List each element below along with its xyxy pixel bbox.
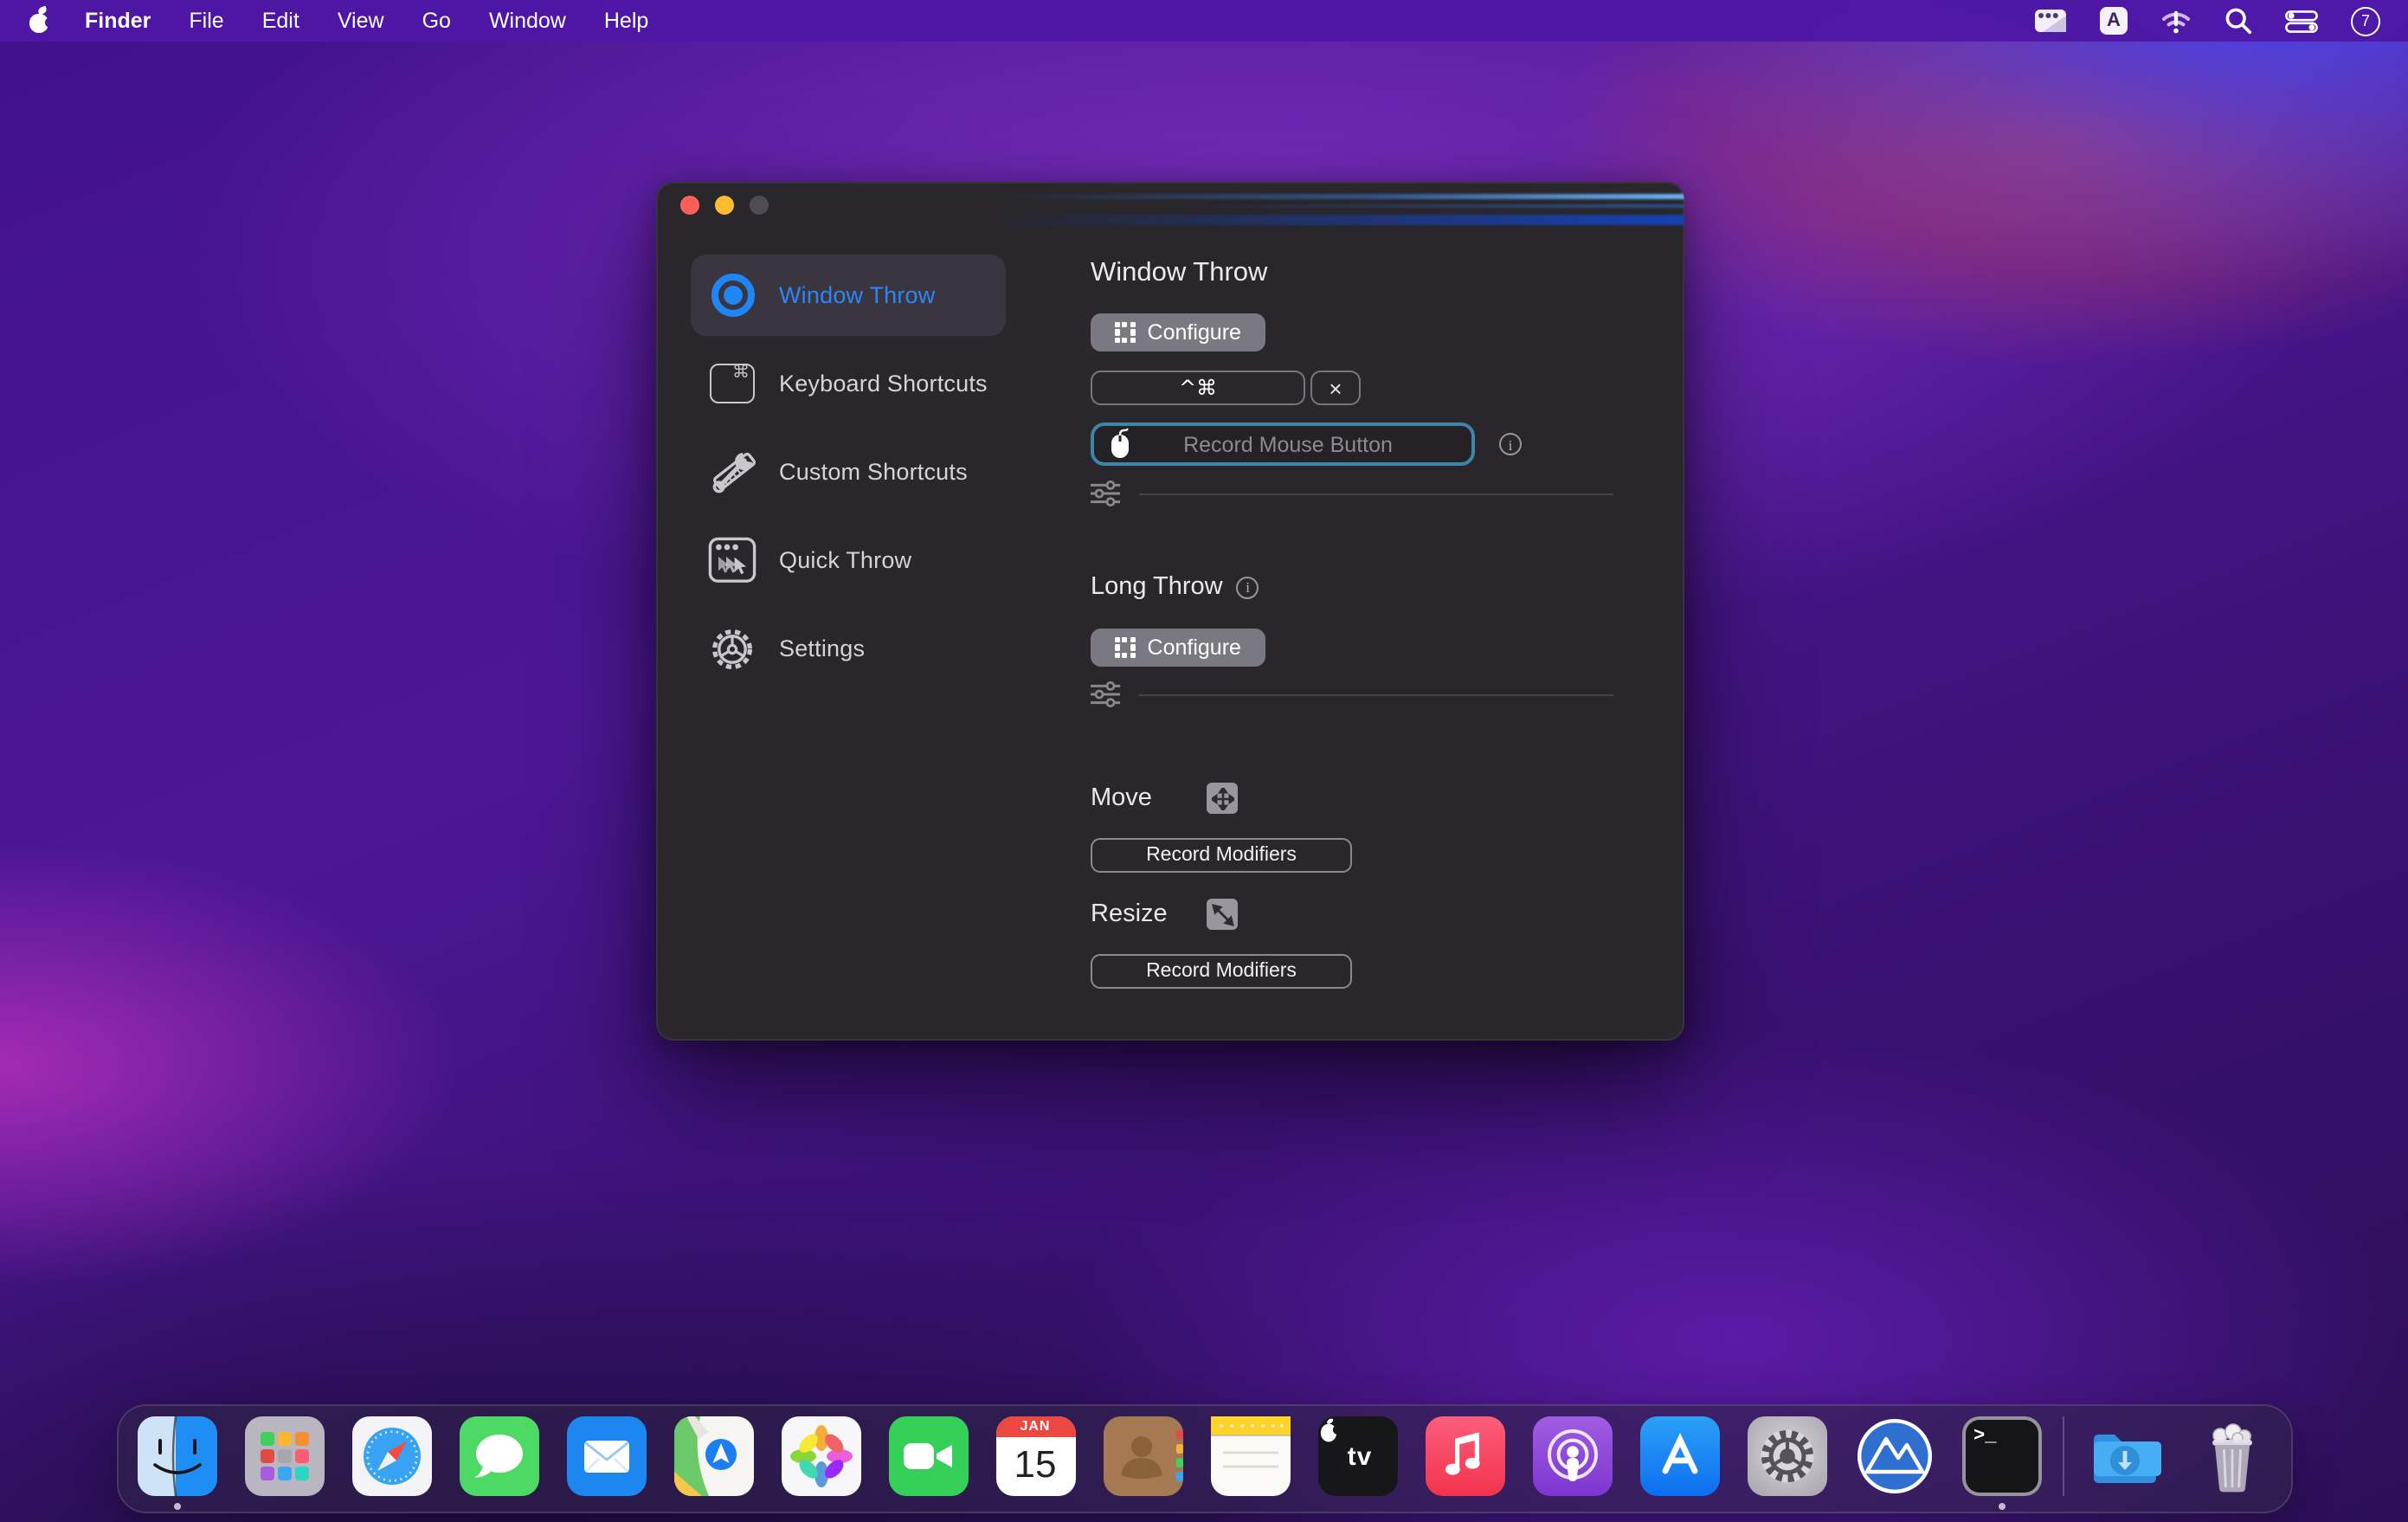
- clock-icon[interactable]: 7: [2351, 6, 2380, 35]
- sidebar-item-settings[interactable]: Settings: [691, 608, 1006, 689]
- dock: JAN 15: [116, 1404, 2292, 1513]
- menu-file[interactable]: File: [170, 0, 242, 42]
- clear-shortcut-button[interactable]: ×: [1310, 371, 1361, 405]
- sliders-icon[interactable]: [1091, 680, 1120, 708]
- sidebar-item-keyboard-shortcuts[interactable]: ⌘ Keyboard Shortcuts: [691, 343, 1006, 424]
- configure-button-long-throw[interactable]: Configure: [1091, 629, 1265, 667]
- menu-window[interactable]: Window: [470, 0, 585, 42]
- sidebar-item-label: Custom Shortcuts: [779, 459, 968, 485]
- dock-icon-app-store[interactable]: [1639, 1416, 1719, 1496]
- search-icon[interactable]: [2225, 5, 2252, 36]
- dock-icon-messages[interactable]: [459, 1416, 538, 1496]
- dock-icon-calendar[interactable]: JAN 15: [995, 1416, 1075, 1496]
- shortcut-row: ^⌘ ×: [1091, 371, 1361, 405]
- sidebar-item-label: Window Throw: [779, 282, 935, 308]
- title-bar[interactable]: [656, 182, 1684, 230]
- running-indicator: [173, 1503, 180, 1510]
- dock-icon-facetime[interactable]: [888, 1416, 968, 1496]
- minimize-button[interactable]: [715, 196, 734, 215]
- dock-icon-trash[interactable]: [2192, 1416, 2271, 1496]
- titlebar-light-streaks: [995, 189, 1684, 227]
- terminal-glyph: >_: [1961, 1416, 2041, 1496]
- resize-cursor-icon: [1207, 899, 1239, 930]
- dock-icon-terminal[interactable]: >_: [1961, 1416, 2041, 1496]
- move-cursor-icon: [1207, 783, 1239, 814]
- window-manager-menubar-icon[interactable]: [2034, 5, 2067, 36]
- input-source-icon[interactable]: A: [2100, 7, 2128, 35]
- sidebar-item-custom-shortcuts[interactable]: Custom Shortcuts: [691, 431, 1006, 513]
- dock-icon-contacts[interactable]: [1103, 1416, 1182, 1496]
- divider: [1139, 493, 1613, 494]
- apple-tv-label: tv: [1348, 1441, 1373, 1471]
- sliders-icon[interactable]: [1091, 480, 1120, 507]
- configure-button-window-throw[interactable]: Configure: [1091, 313, 1265, 351]
- info-icon[interactable]: i: [1237, 576, 1259, 598]
- apple-menu-icon[interactable]: [28, 9, 50, 33]
- advanced-options-row: [1091, 680, 1613, 708]
- window-throw-icon: [706, 269, 758, 321]
- dock-icon-downloads[interactable]: [2084, 1416, 2164, 1496]
- sidebar-item-label: Settings: [779, 635, 865, 661]
- shortcut-field[interactable]: ^⌘: [1091, 371, 1305, 405]
- record-modifiers-button-resize[interactable]: Record Modifiers: [1091, 954, 1352, 989]
- dock-icon-mail[interactable]: [566, 1416, 646, 1496]
- menu-go[interactable]: Go: [403, 0, 470, 42]
- dock-icon-apple-tv[interactable]: tv: [1317, 1416, 1397, 1496]
- close-button[interactable]: [680, 196, 699, 215]
- sidebar-item-label: Keyboard Shortcuts: [779, 371, 988, 397]
- move-section-title: Move: [1091, 783, 1239, 814]
- dock-icon-safari[interactable]: [351, 1416, 431, 1496]
- dock-icon-launchpad[interactable]: [244, 1416, 324, 1496]
- sidebar-item-quick-throw[interactable]: Quick Throw: [691, 519, 1006, 601]
- traffic-lights: [680, 196, 769, 215]
- section-title-long-throw: Long Throw i: [1091, 573, 1259, 601]
- menu-bar-left: Finder File Edit View Go Window Help: [0, 0, 667, 42]
- menu-bar: Finder File Edit View Go Window Help A: [0, 0, 2408, 42]
- menu-view[interactable]: View: [319, 0, 403, 42]
- record-modifiers-button-move[interactable]: Record Modifiers: [1091, 838, 1352, 873]
- running-indicator: [1998, 1503, 2005, 1510]
- custom-shortcuts-icon: [706, 446, 758, 498]
- sidebar-item-window-throw[interactable]: Window Throw: [691, 255, 1006, 336]
- dock-icon-podcasts[interactable]: [1532, 1416, 1612, 1496]
- dock-icon-notes[interactable]: [1210, 1416, 1290, 1496]
- gear-icon: [706, 622, 758, 674]
- zoom-button[interactable]: [750, 196, 769, 215]
- sidebar-item-label: Quick Throw: [779, 547, 911, 573]
- divider: [1139, 693, 1613, 695]
- dock-icon-photos[interactable]: [781, 1416, 860, 1496]
- advanced-options-row: [1091, 480, 1613, 507]
- record-mouse-placeholder: Record Mouse Button: [1132, 432, 1444, 456]
- grid-icon: [1115, 637, 1136, 658]
- menu-help[interactable]: Help: [585, 0, 667, 42]
- dock-icon-music[interactable]: [1425, 1416, 1504, 1496]
- section-title-window-throw: Window Throw: [1091, 258, 1267, 289]
- calendar-day: 15: [1014, 1434, 1057, 1496]
- quick-throw-icon: [706, 534, 758, 586]
- menu-edit[interactable]: Edit: [243, 0, 319, 42]
- menu-bar-status: A: [2034, 5, 2408, 36]
- dock-icon-system-preferences[interactable]: [1747, 1416, 1826, 1496]
- mouse-icon: [1108, 428, 1132, 461]
- dock-icon-finder[interactable]: [137, 1416, 216, 1496]
- dock-separator: [2062, 1416, 2064, 1496]
- info-icon[interactable]: i: [1499, 433, 1522, 455]
- menu-app-name[interactable]: Finder: [66, 0, 170, 42]
- desktop: Finder File Edit View Go Window Help A: [0, 0, 2408, 1522]
- dock-icon-window-manager[interactable]: [1854, 1416, 1934, 1496]
- grid-icon: [1115, 322, 1136, 343]
- dock-icon-maps[interactable]: [673, 1416, 753, 1496]
- keyboard-shortcuts-icon: ⌘: [706, 358, 758, 410]
- wifi-alert-icon[interactable]: [2160, 5, 2192, 36]
- resize-section-title: Resize: [1091, 899, 1239, 930]
- control-center-icon[interactable]: [2285, 5, 2318, 36]
- app-window: Window Throw ⌘ Keyboard Shortcuts: [656, 182, 1684, 1041]
- sidebar: Window Throw ⌘ Keyboard Shortcuts: [691, 255, 1006, 689]
- record-mouse-button-field[interactable]: Record Mouse Button: [1091, 422, 1475, 466]
- apple-logo: [1317, 1416, 1340, 1444]
